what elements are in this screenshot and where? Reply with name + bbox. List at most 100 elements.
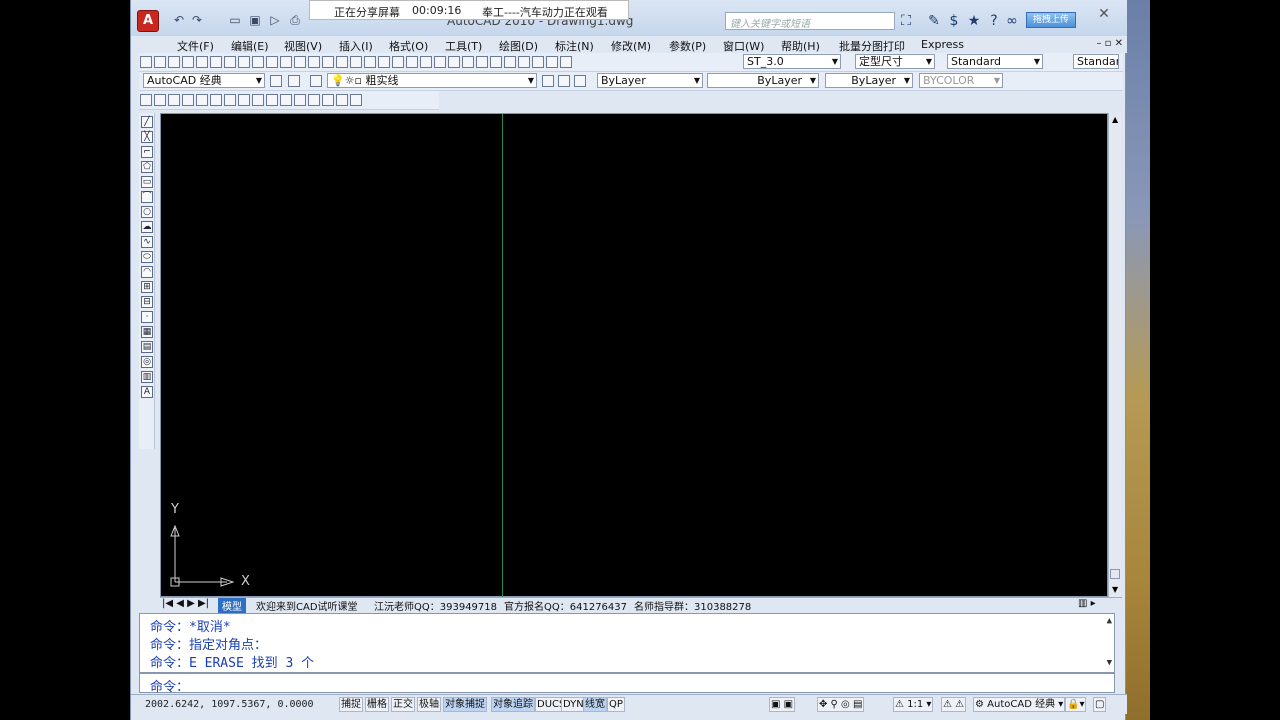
tab-teacher-qq[interactable]: 江沅老师QQ：393949718 — [374, 598, 497, 613]
lineweight-toggle[interactable]: 线宽 — [583, 697, 607, 712]
tab-registration-qq[interactable]: 官方报名QQ：641276437 — [504, 598, 627, 613]
lock-icon[interactable]: 🔒▾ — [1065, 697, 1087, 712]
color-combo[interactable]: ByLayer ▼ — [597, 73, 703, 88]
menu-tools[interactable]: 工具(T) — [445, 38, 482, 54]
cmd-scroll-down-icon[interactable]: ▼ — [1107, 658, 1112, 668]
tool-icon[interactable] — [406, 56, 418, 68]
osnap-toggle[interactable]: 对象捕捉 — [443, 697, 487, 712]
drawn-line[interactable] — [502, 114, 503, 598]
gradient-icon[interactable]: ▤ — [141, 341, 153, 353]
ellipse-icon[interactable]: ⬭ — [141, 251, 153, 263]
zoom-window-icon[interactable] — [448, 56, 460, 68]
tools-icon[interactable]: ✎ — [925, 12, 943, 30]
text-style-combo[interactable]: ST_3.0 ▼ — [743, 54, 841, 69]
chamfer-icon[interactable] — [322, 94, 334, 106]
scroll-thumb[interactable] — [1110, 569, 1120, 579]
plotstyle-combo[interactable]: BYCOLOR ▼ — [919, 73, 1003, 88]
help-icon[interactable]: ? — [985, 12, 1003, 30]
design-center-icon[interactable] — [490, 56, 502, 68]
sheet-set-icon[interactable] — [518, 56, 530, 68]
workspace-combo[interactable]: AutoCAD 经典 ▼ — [143, 73, 265, 88]
tool-icon[interactable] — [224, 56, 236, 68]
layer-manager-icon[interactable] — [310, 75, 322, 87]
workspace-settings-icon[interactable] — [270, 75, 282, 87]
undo-icon[interactable]: ↶ — [171, 13, 187, 27]
layer-state-icon[interactable] — [574, 75, 586, 87]
tool-icon[interactable] — [280, 56, 292, 68]
pan-zoom-icons[interactable]: ✥ ⚲ ◎ ▤ — [817, 697, 865, 712]
menu-draw[interactable]: 绘图(D) — [499, 38, 538, 54]
close-icon[interactable]: ✕ — [1091, 6, 1117, 24]
annotation-visibility-icon[interactable]: ⚠ ⚠ — [941, 697, 967, 712]
layer-combo[interactable]: 💡☼▫ 粗实线 ▼ — [327, 73, 537, 88]
menu-file[interactable]: 文件(F) — [177, 38, 214, 54]
region-icon[interactable]: ◎ — [141, 356, 153, 368]
circle-icon[interactable]: ○ — [141, 206, 153, 218]
model-icon[interactable]: ▣ ▣ — [769, 697, 796, 712]
break-icon[interactable] — [294, 94, 306, 106]
help-icon[interactable] — [560, 56, 572, 68]
stretch-icon[interactable] — [252, 94, 264, 106]
tool-icon[interactable] — [238, 56, 250, 68]
tool-icon[interactable] — [266, 56, 278, 68]
menu-format[interactable]: 格式(O) — [389, 38, 428, 54]
extend-icon[interactable] — [280, 94, 292, 106]
qp-toggle[interactable]: QP — [607, 697, 625, 712]
trim-icon[interactable] — [266, 94, 278, 106]
table-style-combo[interactable]: Standard ▼ — [947, 54, 1043, 69]
tab-guidance-group[interactable]: 名师指导群：310388278 — [634, 598, 751, 613]
hscroll-icon[interactable]: ▥ ▸ — [1078, 598, 1096, 609]
annotation-scale[interactable]: ⚠ 1:1 ▾ — [893, 697, 934, 712]
vertical-scrollbar[interactable]: ▲ ▼ — [1108, 113, 1122, 597]
tab-nav-arrows[interactable]: |◀ ◀ ▶ ▶| — [162, 598, 209, 609]
tab-welcome[interactable]: 欢迎来到CAD试听课堂 — [256, 598, 358, 613]
point-icon[interactable]: · — [141, 311, 153, 323]
tool-icon[interactable] — [210, 56, 222, 68]
lineweight-combo[interactable]: ByLayer ▼ — [825, 73, 913, 88]
pan-icon[interactable] — [420, 56, 432, 68]
grid-toggle[interactable]: 栅格 — [365, 697, 389, 712]
copy-icon[interactable] — [154, 94, 166, 106]
share-link-icon[interactable]: ∞ — [1003, 12, 1021, 30]
rotate-icon[interactable] — [224, 94, 236, 106]
dim-style-combo[interactable]: 定型尺寸 ▼ — [855, 54, 935, 69]
scroll-up-icon[interactable]: ▲ — [1112, 115, 1118, 124]
multileader-style-combo[interactable]: Standar — [1073, 54, 1119, 69]
autocad-logo-icon[interactable]: A — [137, 10, 159, 32]
linetype-combo[interactable]: ByLayer ▼ — [707, 73, 819, 88]
tab-model[interactable]: 模型 — [218, 598, 246, 613]
upload-button[interactable]: 拖拽上传 — [1026, 12, 1076, 28]
workspace-switch[interactable]: ⚙ AutoCAD 经典 ▾ — [973, 697, 1066, 712]
make-current-layer-icon[interactable] — [542, 75, 554, 87]
menu-window[interactable]: 窗口(W) — [723, 38, 764, 54]
fillet-icon[interactable] — [336, 94, 348, 106]
print-icon[interactable]: ⎙ — [287, 13, 303, 27]
tool-icon[interactable] — [350, 56, 362, 68]
menu-help[interactable]: 帮助(H) — [781, 38, 820, 54]
zoom-icon[interactable] — [434, 56, 446, 68]
drawing-canvas[interactable]: Y X — [160, 113, 1108, 598]
rectangle-icon[interactable]: ▭ — [141, 176, 153, 188]
layer-previous-icon[interactable] — [558, 75, 570, 87]
menu-insert[interactable]: 插入(I) — [339, 38, 373, 54]
mirror-icon[interactable] — [168, 94, 180, 106]
explode-icon[interactable] — [350, 94, 362, 106]
erase-icon[interactable] — [140, 94, 152, 106]
make-block-icon[interactable]: ⊟ — [141, 296, 153, 308]
menu-express[interactable]: Express — [921, 38, 964, 51]
cut-icon[interactable] — [308, 56, 320, 68]
tool-palette-icon[interactable] — [504, 56, 516, 68]
tool-icon[interactable] — [154, 56, 166, 68]
redo-icon[interactable] — [392, 56, 404, 68]
properties-icon[interactable] — [476, 56, 488, 68]
command-input[interactable]: 命令： — [139, 673, 1115, 695]
cmd-scroll-up-icon[interactable]: ▲ — [1107, 616, 1112, 626]
markup-icon[interactable] — [532, 56, 544, 68]
tool-icon[interactable] — [182, 56, 194, 68]
subscription-icon[interactable]: $ — [945, 12, 963, 30]
tool-icon[interactable] — [196, 56, 208, 68]
menu-dimension[interactable]: 标注(N) — [555, 38, 594, 54]
tool-icon[interactable] — [168, 56, 180, 68]
save-icon[interactable]: ▣ — [247, 13, 263, 27]
line-icon[interactable]: ╱ — [141, 116, 153, 128]
